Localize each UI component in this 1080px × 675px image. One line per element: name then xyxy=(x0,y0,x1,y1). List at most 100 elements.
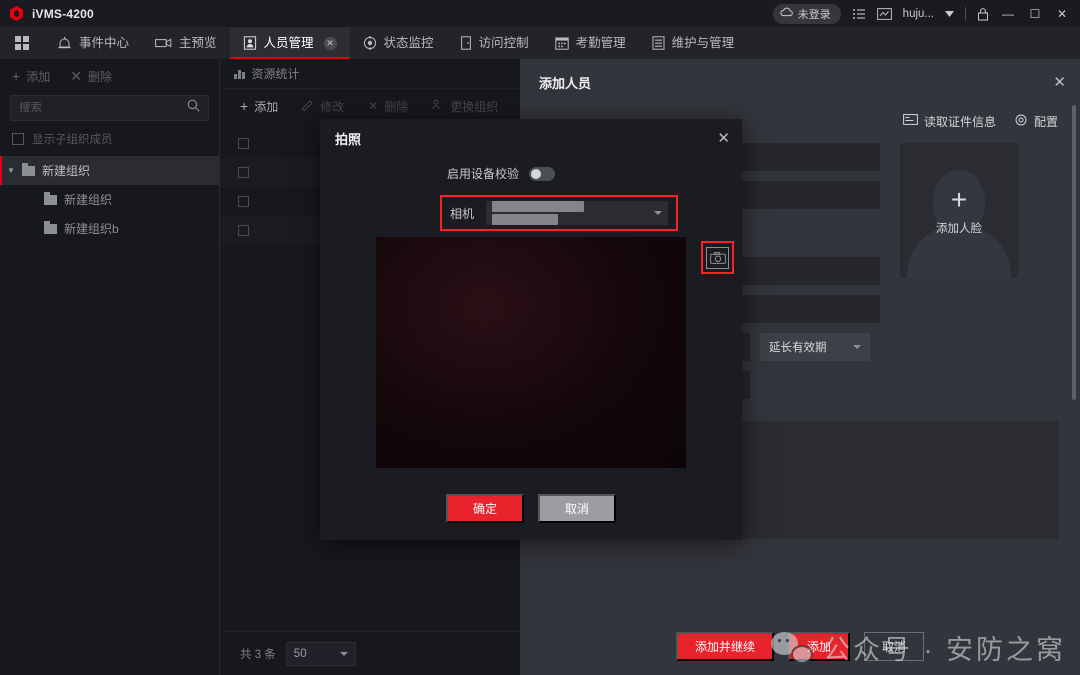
list-delete-button[interactable]: ✕ 删除 xyxy=(368,98,408,115)
menu-tab-label: 考勤管理 xyxy=(575,35,626,50)
maintenance-icon xyxy=(652,36,665,50)
alarm-bell-icon xyxy=(57,36,72,50)
list-add-button[interactable]: + 添加 xyxy=(240,98,278,115)
tree-item-root-org[interactable]: ▼ 新建组织 xyxy=(0,156,219,185)
person-card-icon xyxy=(243,36,257,50)
read-id-card-button[interactable]: 读取证件信息 xyxy=(903,113,996,130)
device-verify-row: 启用设备校验 xyxy=(320,165,742,182)
cancel-button[interactable]: 取消 xyxy=(864,631,925,661)
sidebar-add-button[interactable]: + 添加 xyxy=(12,68,50,85)
device-verify-toggle[interactable] xyxy=(529,166,555,181)
vertical-scrollbar[interactable] xyxy=(1072,105,1076,400)
list-change-org-label: 更换组织 xyxy=(450,99,499,114)
photo-dialog-header: 拍照 ✕ xyxy=(320,119,742,157)
confirm-button[interactable]: 确定 xyxy=(446,493,524,523)
read-id-card-label: 读取证件信息 xyxy=(923,114,996,129)
capture-photo-button[interactable] xyxy=(701,241,734,274)
video-camera-icon xyxy=(155,37,172,49)
close-icon[interactable]: ✕ xyxy=(717,129,730,147)
chevron-down-icon[interactable] xyxy=(945,10,954,17)
chevron-down-icon xyxy=(654,211,662,215)
gear-icon xyxy=(1014,113,1028,130)
lock-icon[interactable] xyxy=(977,7,989,21)
list-edit-button[interactable]: 修改 xyxy=(302,98,344,115)
task-list-icon[interactable] xyxy=(852,7,866,21)
chevron-down-icon xyxy=(853,345,861,349)
folder-icon xyxy=(44,220,57,234)
tab-close-icon[interactable]: ✕ xyxy=(323,36,337,50)
cancel-button[interactable]: 取消 xyxy=(538,493,616,523)
total-count-label: 共 3 条 xyxy=(240,648,276,661)
search-icon[interactable] xyxy=(187,99,200,117)
camera-select[interactable] xyxy=(486,201,668,225)
tree-item-label: 新建组织b xyxy=(64,222,119,236)
search-input[interactable] xyxy=(19,102,187,114)
plus-icon: + xyxy=(240,98,249,114)
row-checkbox[interactable] xyxy=(238,138,249,149)
maximize-button[interactable]: ☐ xyxy=(1027,7,1043,21)
id-card-icon xyxy=(903,114,918,128)
page-size-select[interactable]: 50 xyxy=(285,641,356,666)
close-x-icon: ✕ xyxy=(368,99,379,113)
bar-chart-icon xyxy=(234,69,245,79)
sidebar-search-box[interactable] xyxy=(10,95,209,121)
add-and-continue-button[interactable]: 添加并继续 xyxy=(675,631,774,661)
folder-icon xyxy=(44,191,57,205)
add-face-box[interactable]: + 添加人脸 xyxy=(900,143,1018,278)
chevron-down-icon[interactable]: ▼ xyxy=(0,166,22,175)
tree-item-child-org-2[interactable]: 新建组织b xyxy=(0,214,219,243)
camera-preview-wrap xyxy=(376,237,734,468)
plus-icon: + xyxy=(950,183,968,215)
tree-item-child-org-1[interactable]: 新建组织 xyxy=(0,185,219,214)
list-edit-label: 修改 xyxy=(320,99,345,114)
row-checkbox[interactable] xyxy=(238,196,249,207)
camera-preview xyxy=(376,237,686,468)
camera-label: 相机 xyxy=(450,206,475,221)
app-grid-icon[interactable] xyxy=(0,27,44,59)
config-label: 配置 xyxy=(1033,114,1058,129)
menu-tab-access-control[interactable]: 访问控制 xyxy=(447,27,542,59)
calendar-icon xyxy=(554,36,569,50)
add-person-footer: 添加并继续 添加 取消 xyxy=(520,617,1080,675)
user-name-label[interactable]: huju... xyxy=(903,8,934,20)
menu-tab-label: 人员管理 xyxy=(263,35,314,50)
checkbox-box[interactable] xyxy=(12,133,24,145)
door-access-icon xyxy=(460,36,472,50)
add-face-label: 添加人脸 xyxy=(936,222,982,235)
title-bar: iVMS-4200 未登录 huju... — ☐ ✕ xyxy=(0,0,1080,27)
menu-tab-person-management[interactable]: 人员管理 ✕ xyxy=(229,27,350,59)
row-checkbox[interactable] xyxy=(238,225,249,236)
close-icon[interactable]: ✕ xyxy=(1053,73,1066,91)
menu-tab-event-center[interactable]: 事件中心 xyxy=(44,27,142,59)
cloud-login-status[interactable]: 未登录 xyxy=(772,3,841,24)
close-button[interactable]: ✕ xyxy=(1054,7,1070,21)
cloud-status-label: 未登录 xyxy=(797,8,831,21)
statistics-icon[interactable] xyxy=(876,7,892,21)
row-checkbox[interactable] xyxy=(238,167,249,178)
face-column: + 添加人脸 xyxy=(900,143,1020,409)
folder-icon xyxy=(22,162,35,176)
extend-validity-select[interactable]: 延长有效期 xyxy=(760,333,870,361)
swap-org-icon xyxy=(432,99,444,114)
page-size-value: 50 xyxy=(293,647,307,660)
menu-tab-label: 状态监控 xyxy=(383,35,434,50)
minimize-button[interactable]: — xyxy=(1000,7,1016,21)
sidebar-toolbar: + 添加 ✕ 删除 xyxy=(0,59,219,93)
add-button[interactable]: 添加 xyxy=(787,631,850,661)
config-button[interactable]: 配置 xyxy=(1014,113,1058,130)
menu-tab-label: 主预览 xyxy=(179,35,217,50)
tree-item-label: 新建组织 xyxy=(42,164,91,178)
show-sub-org-members-checkbox[interactable]: 显示子组织成员 xyxy=(0,121,219,156)
edit-icon xyxy=(302,99,314,114)
menu-tab-status-monitor[interactable]: 状态监控 xyxy=(350,27,447,59)
sidebar-delete-button[interactable]: ✕ 删除 xyxy=(70,68,112,85)
list-change-org-button[interactable]: 更换组织 xyxy=(432,98,498,115)
menu-tab-maintenance[interactable]: 维护与管理 xyxy=(639,27,748,59)
resource-stats-label: 资源统计 xyxy=(251,67,300,81)
monitor-target-icon xyxy=(363,36,377,50)
app-title: iVMS-4200 xyxy=(32,6,94,21)
menu-tab-attendance[interactable]: 考勤管理 xyxy=(542,27,639,59)
add-person-title: 添加人员 xyxy=(539,75,592,91)
organization-sidebar: + 添加 ✕ 删除 显示子组织成员 ▼ 新建组织 xyxy=(0,59,220,675)
menu-tab-main-preview[interactable]: 主预览 xyxy=(142,27,230,59)
